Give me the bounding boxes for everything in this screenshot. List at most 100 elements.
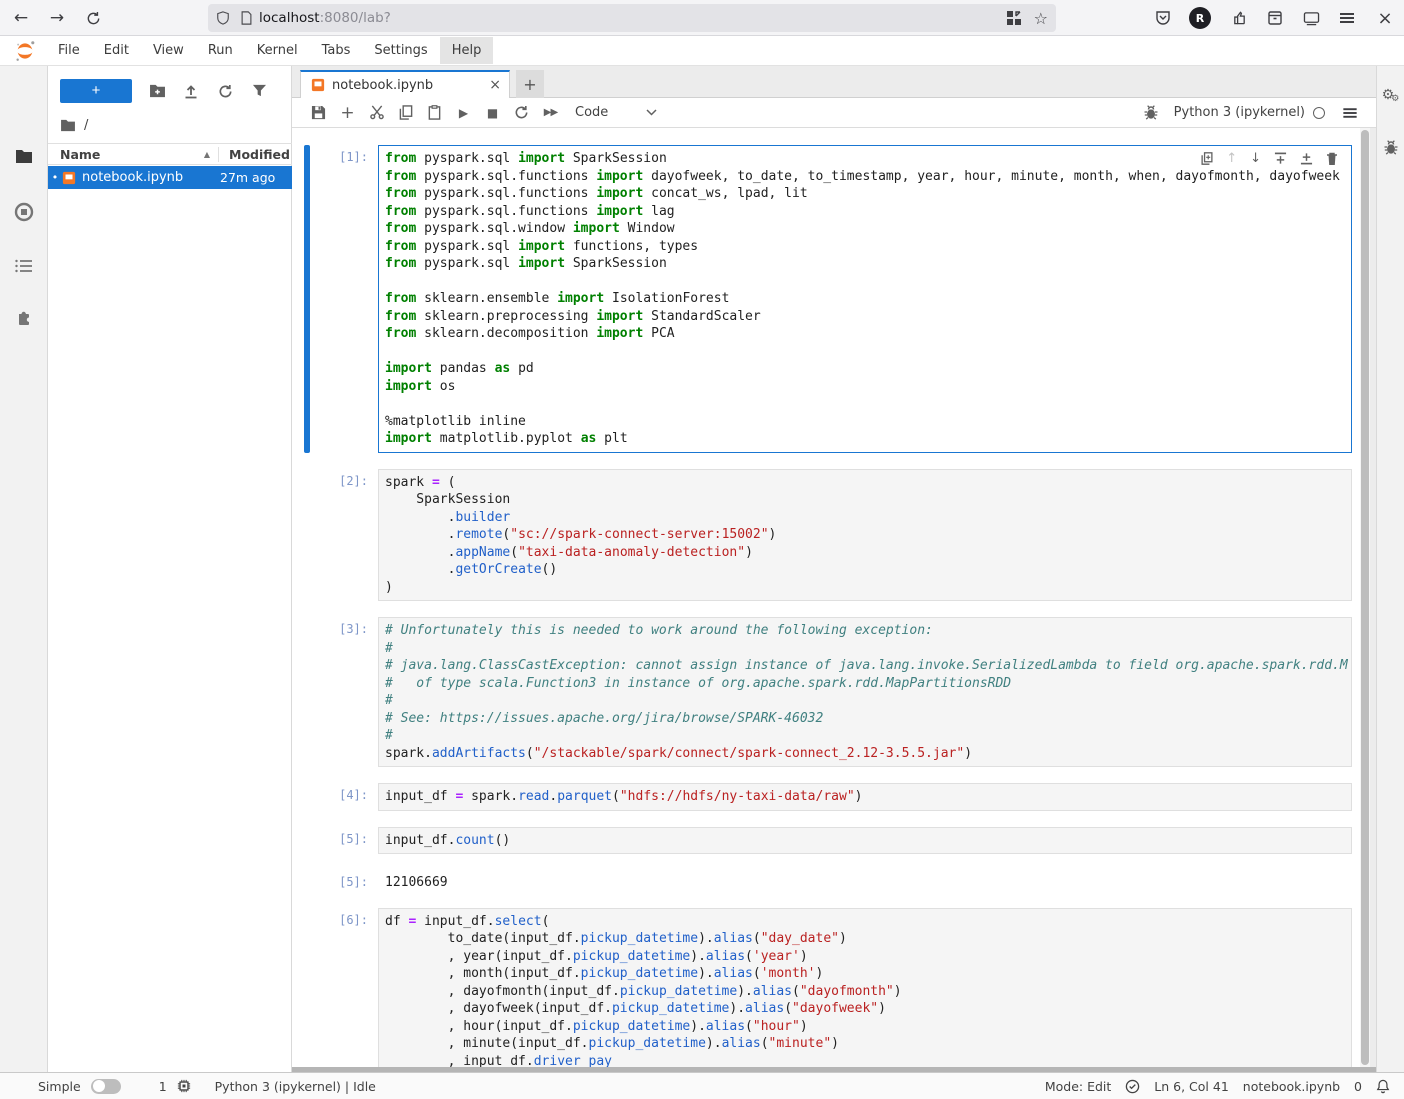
- mode-indicator[interactable]: Mode: Edit: [1045, 1079, 1111, 1094]
- cell-collapser[interactable]: [304, 783, 310, 811]
- menu-help[interactable]: Help: [440, 37, 494, 64]
- cell-collapser[interactable]: [304, 908, 310, 1068]
- statusbar-filename: notebook.ipynb: [1243, 1079, 1340, 1094]
- toolbar-menu-icon[interactable]: [1335, 101, 1364, 125]
- new-launcher-button[interactable]: +: [60, 79, 132, 103]
- kernel-count[interactable]: 1: [159, 1079, 167, 1094]
- pocket-icon[interactable]: [1150, 5, 1176, 31]
- kernel-cpu-icon[interactable]: [177, 1079, 191, 1093]
- cell-editor[interactable]: spark = ( SparkSession .builder .remote(…: [378, 469, 1352, 602]
- running-kernels-tab-icon[interactable]: [0, 194, 47, 230]
- menu-kernel[interactable]: Kernel: [245, 37, 310, 64]
- refresh-icon[interactable]: [208, 79, 242, 103]
- simple-mode-toggle[interactable]: [91, 1079, 121, 1094]
- menu-run[interactable]: Run: [196, 37, 245, 64]
- file-list-header: Name ▲ Modified: [48, 143, 292, 165]
- cell-type-value: Code: [575, 105, 608, 120]
- tab-title: notebook.ipynb: [332, 78, 433, 93]
- file-browser-tab-icon[interactable]: [0, 138, 47, 174]
- move-cell-down-icon[interactable]: ↓: [1250, 151, 1261, 166]
- back-icon[interactable]: ←: [8, 5, 34, 31]
- stop-kernel-icon[interactable]: ■: [478, 101, 507, 125]
- cut-cells-icon[interactable]: [362, 101, 391, 125]
- kernel-status-text[interactable]: Python 3 (ipykernel) | Idle: [215, 1079, 376, 1094]
- menu-tabs[interactable]: Tabs: [310, 37, 363, 64]
- cell-editor[interactable]: input_df = spark.read.parquet("hdfs://hd…: [378, 783, 1352, 811]
- property-inspector-icon[interactable]: ⚙⚙: [1377, 80, 1404, 110]
- vertical-scrollbar[interactable]: [1360, 128, 1370, 1067]
- menu-view[interactable]: View: [141, 37, 196, 64]
- toolbar-right: Python 3 (ipykernel): [1125, 101, 1376, 125]
- table-of-contents-tab-icon[interactable]: [0, 248, 47, 284]
- debugger-tab-icon[interactable]: [1377, 132, 1404, 162]
- output-area: [5]:12106669: [304, 870, 1352, 892]
- extension-icon[interactable]: [1226, 5, 1252, 31]
- menu-edit[interactable]: Edit: [92, 37, 141, 64]
- jupyter-logo-icon: [14, 40, 36, 62]
- duplicate-cell-icon[interactable]: [1201, 152, 1213, 165]
- cell-editor[interactable]: # Unfortunately this is needed to work a…: [378, 617, 1352, 767]
- move-cell-up-icon[interactable]: ↑: [1226, 151, 1237, 166]
- extension-manager-tab-icon[interactable]: [0, 300, 47, 336]
- code-cell: [1]:from pyspark.sql import SparkSession…: [304, 145, 1352, 453]
- column-header-modified[interactable]: Modified: [218, 147, 292, 162]
- cursor-position[interactable]: Ln 6, Col 41: [1154, 1079, 1229, 1094]
- filter-icon[interactable]: [242, 79, 276, 103]
- tab-close-icon[interactable]: ×: [489, 77, 501, 93]
- archive-icon[interactable]: [1262, 5, 1288, 31]
- tab-bar: notebook.ipynb × +: [292, 66, 1376, 98]
- cell-editor[interactable]: from pyspark.sql import SparkSessionfrom…: [378, 145, 1352, 453]
- cell-collapser[interactable]: [304, 145, 310, 453]
- insert-cell-above-icon[interactable]: [1274, 152, 1287, 165]
- scrollbar-thumb[interactable]: [1361, 130, 1369, 1065]
- tab-notebook[interactable]: notebook.ipynb ×: [300, 70, 510, 98]
- restart-kernel-icon[interactable]: [507, 101, 536, 125]
- upload-icon[interactable]: [174, 79, 208, 103]
- cell-editor[interactable]: df = input_df.select( to_date(input_df.p…: [378, 908, 1352, 1068]
- save-icon[interactable]: [304, 101, 333, 125]
- menu-file[interactable]: File: [46, 37, 92, 64]
- delete-cell-icon[interactable]: [1326, 152, 1338, 166]
- cell-collapser[interactable]: [304, 870, 310, 892]
- screenshot-grid-icon[interactable]: [1006, 10, 1022, 26]
- window-close-icon[interactable]: ×: [1372, 5, 1398, 31]
- url-bar[interactable]: localhost:8080/lab? ☆: [208, 4, 1056, 32]
- new-folder-icon[interactable]: [140, 79, 174, 103]
- forward-icon[interactable]: →: [44, 5, 70, 31]
- reload-icon[interactable]: [80, 5, 106, 31]
- bookmark-star-icon[interactable]: ☆: [1034, 9, 1048, 28]
- copy-cells-icon[interactable]: [391, 101, 420, 125]
- cell-collapser[interactable]: [304, 827, 310, 855]
- paste-cells-icon[interactable]: [420, 101, 449, 125]
- browser-menu-icon[interactable]: [1334, 5, 1360, 31]
- cell-editor[interactable]: input_df.count(): [378, 827, 1352, 855]
- profile-avatar[interactable]: R: [1189, 7, 1211, 29]
- trust-shield-icon[interactable]: [1125, 1079, 1140, 1094]
- column-header-name[interactable]: Name: [60, 147, 204, 162]
- output-text: 12106669: [378, 870, 1352, 892]
- insert-cell-icon[interactable]: +: [333, 101, 362, 125]
- new-tab-button[interactable]: +: [516, 70, 544, 98]
- insert-cell-below-icon[interactable]: [1300, 152, 1313, 165]
- output-prompt: [5]:: [318, 870, 378, 892]
- run-cell-icon[interactable]: ▶: [449, 101, 478, 125]
- execution-prompt: [6]:: [318, 908, 378, 1068]
- kernel-status-icon[interactable]: [1313, 107, 1325, 119]
- cell-collapser[interactable]: [304, 469, 310, 602]
- file-row-notebook[interactable]: • notebook.ipynb 27m ago: [48, 166, 292, 189]
- cell-type-dropdown[interactable]: Code: [575, 105, 663, 120]
- menu-settings[interactable]: Settings: [362, 37, 439, 64]
- notification-count[interactable]: 0: [1354, 1079, 1362, 1094]
- restart-run-all-icon[interactable]: ▶▶: [536, 101, 565, 125]
- folder-icon: [60, 119, 76, 132]
- sidebar-toggle-icon[interactable]: [1298, 5, 1324, 31]
- browser-chrome: ← → localhost:8080/lab? ☆ R ×: [0, 0, 1404, 36]
- breadcrumb-root[interactable]: /: [84, 118, 88, 133]
- kernel-name[interactable]: Python 3 (ipykernel): [1174, 105, 1305, 120]
- breadcrumb[interactable]: /: [60, 114, 88, 136]
- cell-collapser[interactable]: [304, 617, 310, 767]
- debugger-bug-icon[interactable]: [1137, 101, 1166, 125]
- unsaved-dot: •: [50, 171, 60, 184]
- execution-prompt: [2]:: [318, 469, 378, 602]
- bell-icon[interactable]: [1376, 1079, 1390, 1094]
